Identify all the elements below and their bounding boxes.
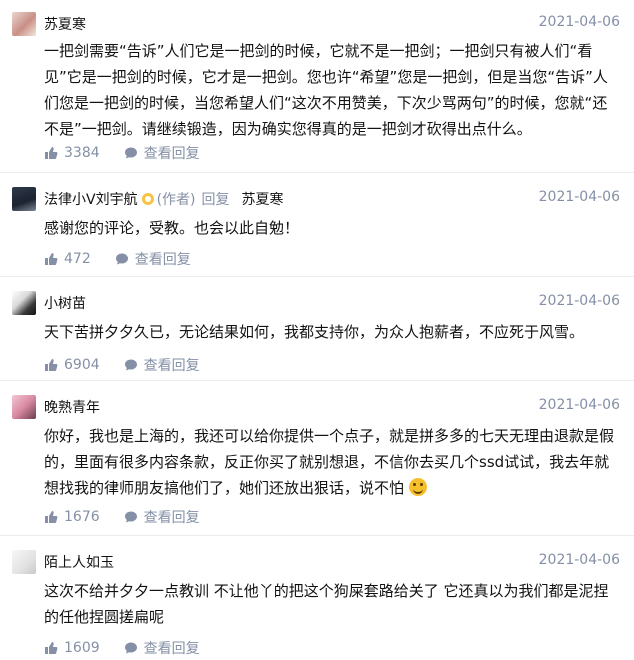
like-count: 6904 bbox=[64, 357, 100, 373]
thumbs-up-icon bbox=[45, 359, 58, 371]
comment-actions: 3384 查看回复 bbox=[44, 143, 224, 163]
view-replies-button[interactable]: 查看回复 bbox=[124, 507, 200, 527]
like-button[interactable]: 3384 bbox=[44, 145, 100, 161]
comment-actions: 1609 查看回复 bbox=[44, 638, 224, 658]
comment-author[interactable]: 陌上人如玉 bbox=[44, 552, 114, 572]
avatar[interactable] bbox=[12, 291, 36, 315]
like-button[interactable]: 6904 bbox=[44, 357, 100, 373]
comment-text: 这次不给并夕夕一点教训 不让他丫的把这个狗屎套路给关了 它还真以为我们都是泥捏的… bbox=[44, 582, 609, 626]
comment-item: 晚熟青年 2021-04-06 你好，我也是上海的，我还可以给你提供一个点子，就… bbox=[0, 381, 634, 536]
view-replies-button[interactable]: 查看回复 bbox=[124, 638, 200, 658]
view-replies-label: 查看回复 bbox=[134, 252, 191, 268]
comment-item: 苏夏寒 2021-04-06 一把剑需要“告诉”人们它是一把剑的时候，它就不是一… bbox=[0, 0, 634, 173]
thumbs-up-icon bbox=[45, 511, 58, 523]
reply-target-user[interactable]: 苏夏寒 bbox=[242, 189, 284, 209]
comment-bubble-icon bbox=[124, 642, 137, 654]
view-replies-label: 查看回复 bbox=[143, 358, 200, 374]
laughing-emoji-icon bbox=[408, 478, 427, 496]
comment-date: 2021-04-06 bbox=[538, 293, 620, 309]
like-count: 1676 bbox=[64, 509, 100, 525]
comment-actions: 1676 查看回复 bbox=[44, 507, 224, 527]
view-replies-button[interactable]: 查看回复 bbox=[115, 249, 191, 269]
comment-header: 晚熟青年 2021-04-06 bbox=[44, 397, 620, 417]
avatar[interactable] bbox=[12, 187, 36, 211]
comment-date: 2021-04-06 bbox=[538, 552, 620, 568]
like-button[interactable]: 1676 bbox=[44, 509, 100, 525]
avatar[interactable] bbox=[12, 550, 36, 574]
thumbs-up-icon bbox=[45, 147, 58, 159]
comment-date: 2021-04-06 bbox=[538, 189, 620, 205]
comment-bubble-icon bbox=[124, 511, 137, 523]
author-role: (作者) bbox=[156, 192, 196, 208]
view-replies-label: 查看回复 bbox=[143, 510, 200, 526]
comment-author[interactable]: 小树苗 bbox=[44, 293, 86, 313]
reply-label: 回复 bbox=[201, 192, 230, 208]
comment-text: 你好，我也是上海的，我还可以给你提供一个点子，就是拼多多的七天无理由退款是假的，… bbox=[44, 423, 620, 501]
comment-bubble-icon bbox=[115, 253, 128, 265]
comment-text: 天下苦拼夕夕久已，无论结果如何，我都支持你，为众人抱薪者，不应死于风雪。 bbox=[44, 323, 585, 341]
comment-author[interactable]: 苏夏寒 bbox=[44, 14, 86, 34]
comment-bubble-icon bbox=[124, 147, 137, 159]
comment-header: 陌上人如玉 2021-04-06 bbox=[44, 552, 620, 572]
view-replies-label: 查看回复 bbox=[143, 146, 200, 162]
comment-item: 小树苗 2021-04-06 天下苦拼夕夕久已，无论结果如何，我都支持你，为众人… bbox=[0, 277, 634, 381]
comment-text: 一把剑需要“告诉”人们它是一把剑的时候，它就不是一把剑；一把剑只有被人们“看见”… bbox=[44, 42, 608, 138]
like-count: 472 bbox=[64, 251, 91, 267]
comment-header: 法律小V刘宇航 (作者) 回复 苏夏寒 2021-04-06 bbox=[44, 189, 620, 209]
comment-header: 苏夏寒 2021-04-06 bbox=[44, 14, 620, 34]
comment-text-body: 你好，我也是上海的，我还可以给你提供一个点子，就是拼多多的七天无理由退款是假的，… bbox=[44, 427, 615, 497]
comment-author[interactable]: 法律小V刘宇航 bbox=[44, 189, 138, 209]
like-count: 3384 bbox=[64, 145, 100, 161]
avatar[interactable] bbox=[12, 12, 36, 36]
view-replies-button[interactable]: 查看回复 bbox=[124, 355, 200, 375]
comment-bubble-icon bbox=[124, 359, 137, 371]
comment-date: 2021-04-06 bbox=[538, 397, 620, 413]
comment-author[interactable]: 晚熟青年 bbox=[44, 397, 100, 417]
avatar[interactable] bbox=[12, 395, 36, 419]
like-count: 1609 bbox=[64, 640, 100, 656]
view-replies-button[interactable]: 查看回复 bbox=[124, 143, 200, 163]
comment-text: 感谢您的评论，受教。也会以此自勉！ bbox=[44, 219, 300, 237]
view-replies-label: 查看回复 bbox=[143, 641, 200, 657]
like-button[interactable]: 472 bbox=[44, 251, 91, 267]
comment-item: 法律小V刘宇航 (作者) 回复 苏夏寒 2021-04-06 感谢您的评论，受教… bbox=[0, 173, 634, 277]
thumbs-up-icon bbox=[45, 642, 58, 654]
comment-actions: 472 查看回复 bbox=[44, 249, 215, 269]
comment-date: 2021-04-06 bbox=[538, 14, 620, 30]
comment-actions: 6904 查看回复 bbox=[44, 355, 224, 375]
verified-badge-icon bbox=[141, 193, 154, 205]
like-button[interactable]: 1609 bbox=[44, 640, 100, 656]
comment-header: 小树苗 2021-04-06 bbox=[44, 293, 620, 313]
comment-item: 陌上人如玉 2021-04-06 这次不给并夕夕一点教训 不让他丫的把这个狗屎套… bbox=[0, 536, 634, 660]
thumbs-up-icon bbox=[45, 253, 58, 265]
